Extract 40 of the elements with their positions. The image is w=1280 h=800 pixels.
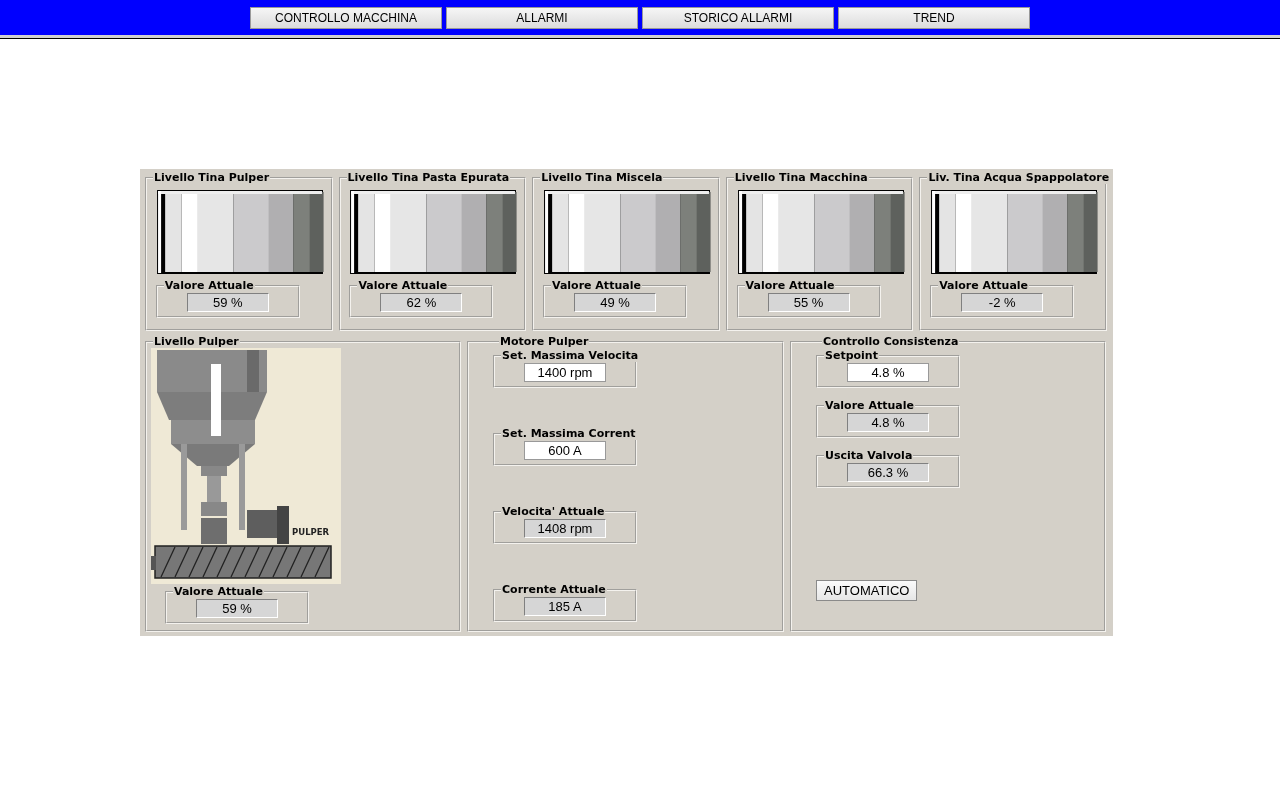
value-display: 59 % [196,599,278,618]
value-display: 1408 rpm [524,519,606,538]
value-field[interactable]: 1400 rpm [524,363,606,382]
field-label: Uscita Valvola [824,450,914,462]
value-display: 185 A [524,597,606,616]
machine-label: PULPER [292,527,330,537]
field-label: Valore Attuale [744,280,836,292]
group-title: Livello Tina Pasta Epurata [346,172,511,184]
value-display: 4.8 % [847,413,929,432]
value-field[interactable]: 4.8 % [847,363,929,382]
field-label: Setpoint [824,350,879,362]
group-title: Livello Tina Miscela [540,172,664,184]
field-label: Velocita' Attuale [501,506,606,518]
nav-button[interactable]: TREND [838,7,1030,29]
value-field[interactable]: 600 A [524,441,606,460]
field-label: Valore Attuale [357,280,449,292]
nav-button[interactable]: STORICO ALLARMI [642,7,834,29]
value-display: 49 % [574,293,656,312]
value-display: 62 % [380,293,463,312]
nav-button[interactable]: CONTROLLO MACCHINA [250,7,442,29]
field-label: Valore Attuale [938,280,1030,292]
value-display: 59 % [186,293,269,312]
group-title: Livello Tina Macchina [733,172,869,184]
nav-button[interactable]: ALLARMI [446,7,638,29]
group-title: Livello Pulper [153,336,240,348]
group-title: Motore Pulper [499,336,590,348]
group-title: Controllo Consistenza [822,336,960,348]
field-label: Valore Attuale [163,280,255,292]
value-display: -2 % [961,293,1044,312]
value-display: 55 % [767,293,850,312]
field-label: Set. Massima Corrent [501,428,637,440]
group-title: Liv. Tina Acqua Spappolatore [927,172,1111,184]
value-display: 66.3 % [847,463,929,482]
field-label: Valore Attuale [824,400,915,412]
group-title: Livello Tina Pulper [153,172,271,184]
field-label: Set. Massima Velocita [501,350,640,362]
field-label: Valore Attuale [173,586,264,598]
automatic-button[interactable]: AUTOMATICO [816,580,918,601]
field-label: Valore Attuale [551,280,642,292]
field-label: Corrente Attuale [501,584,607,596]
